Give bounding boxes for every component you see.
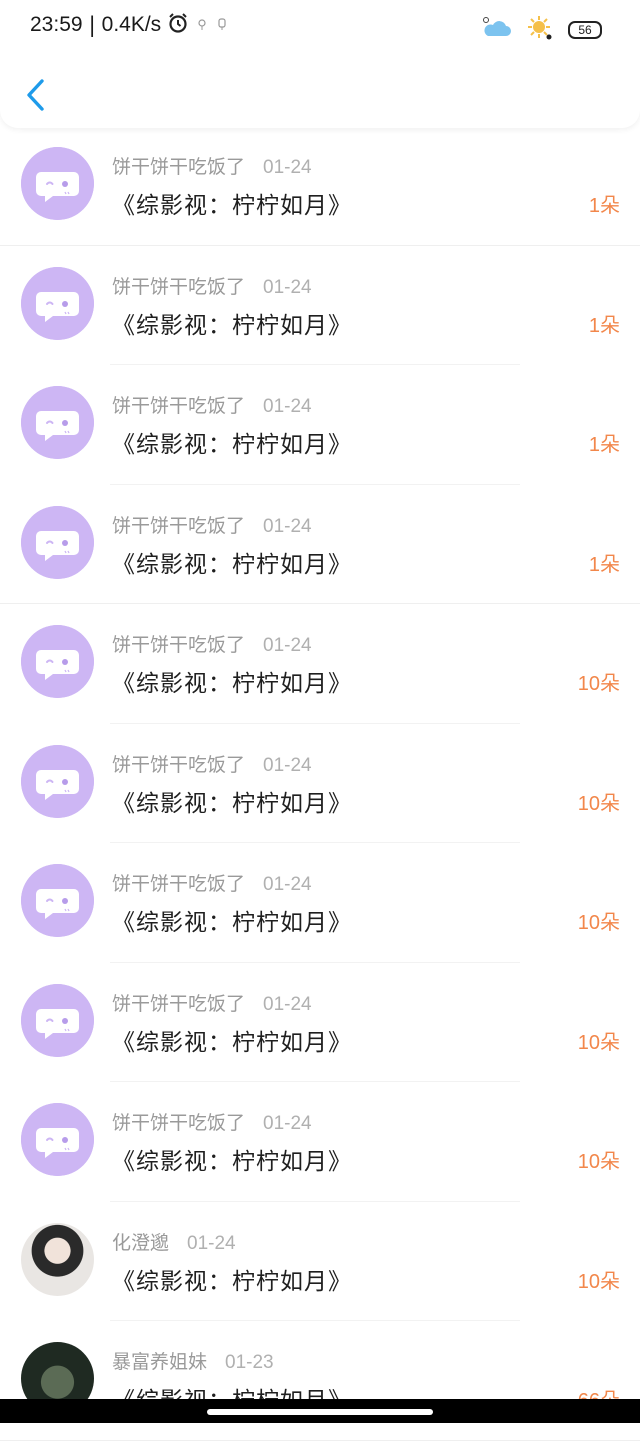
- date: 01-24: [263, 396, 312, 417]
- chat-bubble-avatar-icon[interactable]: [21, 864, 94, 937]
- list-item[interactable]: 饼干饼干吃饭了 01-24 《综影视：柠柠如月》 1朵: [0, 365, 640, 485]
- home-bar[interactable]: [207, 1409, 433, 1415]
- item-meta: 饼干饼干吃饭了 01-24: [112, 630, 312, 657]
- alarm-icon: [167, 12, 189, 38]
- book-title: 《综影视：柠柠如月》: [112, 551, 352, 578]
- list-item[interactable]: 饼干饼干吃饭了 01-24 《综影视：柠柠如月》 1朵: [0, 246, 640, 365]
- list-item[interactable]: 饼干饼干吃饭了 01-24 《综影视：柠柠如月》 1朵: [0, 485, 640, 604]
- date: 01-24: [263, 874, 312, 895]
- list-item[interactable]: 饼干饼干吃饭了 01-24 《综影视：柠柠如月》 10朵: [0, 963, 640, 1082]
- username[interactable]: 饼干饼干吃饭了: [112, 989, 245, 1016]
- item-meta: 饼干饼干吃饭了 01-24: [112, 391, 312, 418]
- gift-count: 10朵: [577, 912, 620, 934]
- book-title: 《综影视：柠柠如月》: [112, 790, 352, 817]
- location-icon: [195, 16, 209, 35]
- list-item[interactable]: 饼干饼干吃饭了 01-24 《综影视：柠柠如月》 10朵: [0, 1082, 640, 1202]
- network-speed: 0.4K/s: [101, 13, 162, 36]
- username[interactable]: 饼干饼干吃饭了: [112, 511, 245, 538]
- date: 01-24: [263, 754, 312, 776]
- book-title: 《综影视：柠柠如月》: [112, 312, 352, 339]
- chat-bubble-avatar-icon[interactable]: [21, 744, 94, 818]
- username[interactable]: 饼干饼干吃饭了: [112, 391, 245, 418]
- gift-count: 10朵: [577, 1031, 620, 1054]
- chat-bubble-avatar-icon[interactable]: [21, 147, 94, 220]
- list-item[interactable]: 饼干饼干吃饭了 01-24 《综影视：柠柠如月》 1朵: [0, 126, 640, 246]
- item-meta: 饼干饼干吃饭了 01-24: [112, 1108, 312, 1135]
- item-meta: 饼干饼干吃饭了 01-24: [112, 152, 312, 179]
- chat-bubble-avatar-icon[interactable]: [21, 625, 94, 698]
- chat-bubble-avatar-icon[interactable]: [21, 983, 94, 1057]
- username[interactable]: 饼干饼干吃饭了: [112, 272, 245, 299]
- list-item[interactable]: 饼干饼干吃饭了 01-24 《综影视：柠柠如月》 10朵: [0, 604, 640, 724]
- gift-count: 1朵: [588, 195, 620, 217]
- book-title: 《综影视：柠柠如月》: [112, 671, 352, 697]
- username[interactable]: 饼干饼干吃饭了: [112, 630, 245, 657]
- book-title: 《综影视：柠柠如月》: [112, 1149, 352, 1175]
- divider: [0, 1439, 640, 1441]
- date: 01-24: [263, 635, 312, 656]
- item-meta: 暴富养姐妹 01-23: [112, 1347, 274, 1374]
- weather-cloud-icon: [482, 16, 512, 44]
- chat-bubble-avatar-icon[interactable]: [21, 1103, 94, 1176]
- date: 01-24: [263, 993, 312, 1015]
- book-title: 《综影视：柠柠如月》: [112, 1029, 352, 1056]
- list-item[interactable]: 饼干饼干吃饭了 01-24 《综影视：柠柠如月》 10朵: [0, 843, 640, 963]
- gift-count: 10朵: [577, 673, 620, 695]
- book-title: 《综影视：柠柠如月》: [112, 910, 352, 936]
- status-time: 23:59: [30, 13, 83, 36]
- item-meta: 化澄邈 01-24: [112, 1228, 236, 1255]
- home-indicator: [0, 1399, 640, 1423]
- username[interactable]: 饼干饼干吃饭了: [112, 869, 245, 896]
- date: 01-24: [263, 1113, 312, 1134]
- item-meta: 饼干饼干吃饭了 01-24: [112, 750, 312, 777]
- username[interactable]: 饼干饼干吃饭了: [112, 152, 245, 179]
- date: 01-24: [263, 515, 312, 537]
- status-bar-right: 56: [482, 14, 602, 46]
- date: 01-24: [263, 157, 312, 178]
- book-title: 《综影视：柠柠如月》: [112, 432, 352, 458]
- list-item[interactable]: 饼干饼干吃饭了 01-24 《综影视：柠柠如月》 10朵: [0, 724, 640, 843]
- item-meta: 饼干饼干吃饭了 01-24: [112, 989, 312, 1016]
- gift-count: 1朵: [588, 553, 620, 576]
- top-bar: 23:59 | 0.4K/s 56: [0, 0, 640, 128]
- username[interactable]: 化澄邈: [112, 1228, 169, 1255]
- username[interactable]: 饼干饼干吃饭了: [112, 1108, 245, 1135]
- gift-count: 1朵: [588, 314, 620, 337]
- username[interactable]: 饼干饼干吃饭了: [112, 750, 245, 777]
- weather-sun-icon: [526, 14, 554, 46]
- chat-bubble-avatar-icon[interactable]: [21, 386, 94, 459]
- battery-indicator: 56: [568, 21, 602, 39]
- book-title: 《综影视：柠柠如月》: [112, 1268, 352, 1295]
- gift-record-list: 饼干饼干吃饭了 01-24 《综影视：柠柠如月》 1朵 饼干饼干吃饭了 01-24 《综影视…: [0, 126, 640, 1441]
- item-meta: 饼干饼干吃饭了 01-24: [112, 511, 312, 538]
- list-item[interactable]: 化澄邈 01-24 《综影视：柠柠如月》 10朵: [0, 1202, 640, 1321]
- back-button[interactable]: [18, 74, 52, 116]
- status-separator: |: [88, 13, 96, 37]
- status-bar-left: 23:59 | 0.4K/s: [30, 12, 229, 38]
- book-title: 《综影视：柠柠如月》: [112, 193, 352, 219]
- chat-bubble-avatar-icon[interactable]: [21, 266, 94, 340]
- avatar[interactable]: [21, 1222, 94, 1296]
- chat-bubble-avatar-icon[interactable]: [21, 505, 94, 579]
- gift-count: 10朵: [577, 792, 620, 815]
- chevron-left-icon: [27, 79, 44, 111]
- gift-count: 1朵: [588, 434, 620, 456]
- date: 01-24: [187, 1232, 236, 1254]
- item-meta: 饼干饼干吃饭了 01-24: [112, 272, 312, 299]
- date: 01-23: [225, 1352, 274, 1373]
- gift-count: 10朵: [577, 1270, 620, 1293]
- date: 01-24: [263, 276, 312, 298]
- item-meta: 饼干饼干吃饭了 01-24: [112, 869, 312, 896]
- notification-icon: [215, 16, 229, 35]
- gift-count: 10朵: [577, 1151, 620, 1173]
- username[interactable]: 暴富养姐妹: [112, 1347, 207, 1374]
